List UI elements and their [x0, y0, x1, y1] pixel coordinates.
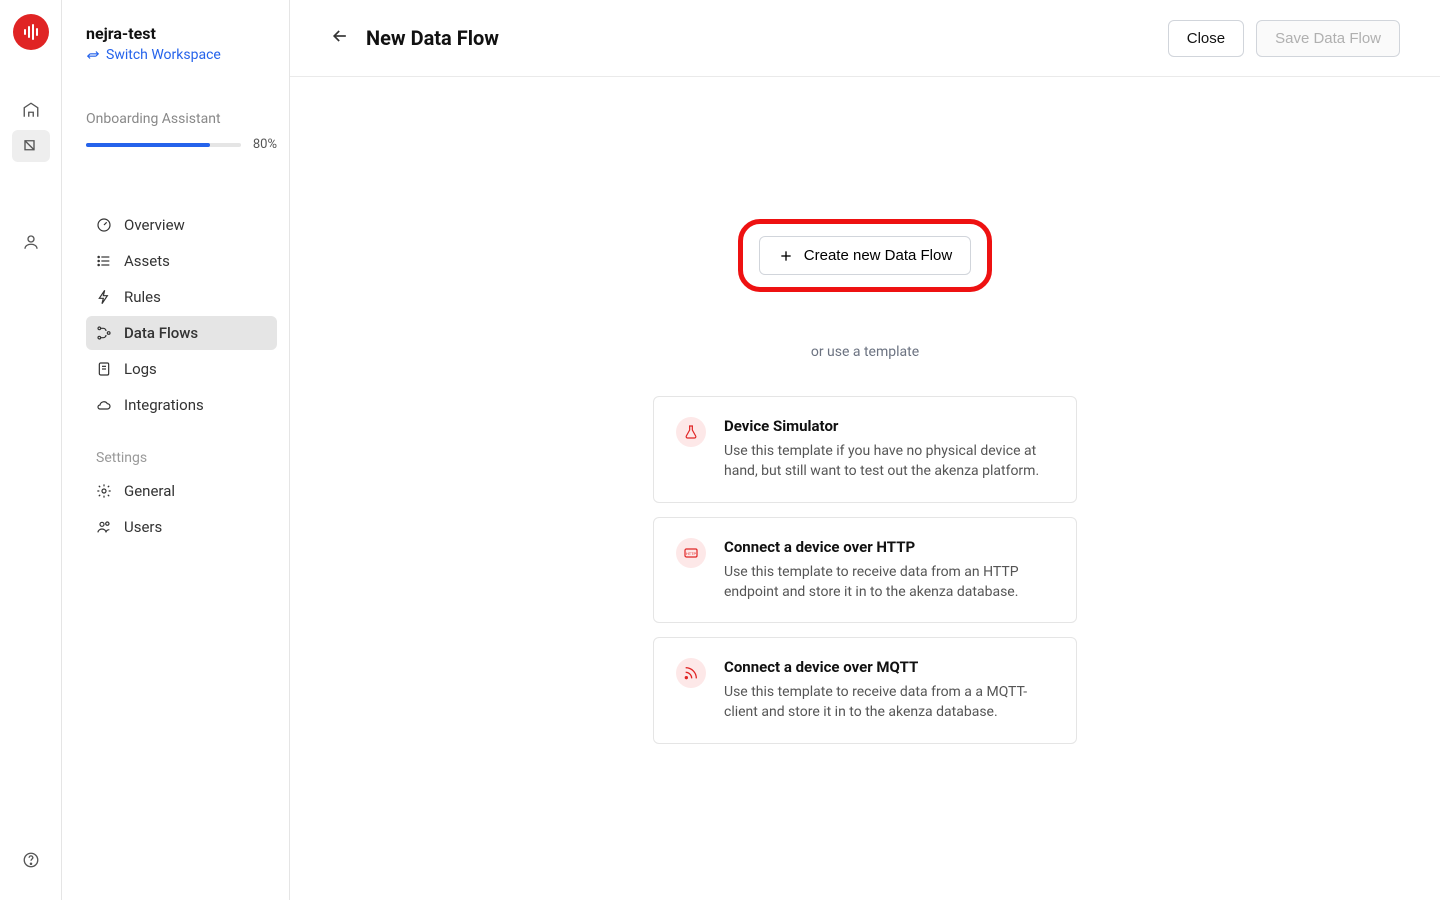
- bolt-icon: [96, 289, 112, 305]
- template-title: Device Simulator: [724, 417, 1054, 435]
- rail-help-icon[interactable]: [12, 844, 50, 876]
- nav-general[interactable]: General: [86, 474, 277, 508]
- plus-icon: [778, 248, 794, 264]
- app-logo[interactable]: [13, 14, 49, 50]
- rss-icon: [676, 658, 706, 688]
- nav-overview-label: Overview: [124, 216, 185, 234]
- nav-general-label: General: [124, 482, 175, 500]
- back-button[interactable]: [330, 26, 350, 50]
- http-icon: HTTP: [676, 538, 706, 568]
- save-data-flow-button[interactable]: Save Data Flow: [1256, 20, 1400, 57]
- nav-users[interactable]: Users: [86, 510, 277, 544]
- template-title: Connect a device over MQTT: [724, 658, 1054, 676]
- logs-icon: [96, 361, 112, 377]
- template-desc: Use this template if you have no physica…: [724, 441, 1054, 482]
- nav-rules[interactable]: Rules: [86, 280, 277, 314]
- workspace-name: nejra-test: [86, 24, 277, 43]
- or-use-template-label: or use a template: [811, 344, 919, 360]
- flask-icon: [676, 417, 706, 447]
- nav-rules-label: Rules: [124, 288, 161, 306]
- create-new-data-flow-button[interactable]: Create new Data Flow: [759, 236, 971, 275]
- nav-integrations[interactable]: Integrations: [86, 388, 277, 422]
- template-desc: Use this template to receive data from a…: [724, 682, 1054, 723]
- nav-users-label: Users: [124, 518, 162, 536]
- nav-assets[interactable]: Assets: [86, 244, 277, 278]
- nav-data-flows[interactable]: Data Flows: [86, 316, 277, 350]
- content: Create new Data Flow or use a template D…: [290, 77, 1440, 900]
- nav-settings-heading: Settings: [96, 450, 277, 466]
- sidebar: nejra-test Switch Workspace Onboarding A…: [62, 0, 290, 900]
- rail-workspace-icon[interactable]: [12, 130, 50, 162]
- create-button-label: Create new Data Flow: [804, 247, 952, 264]
- onboarding-label: Onboarding Assistant: [86, 111, 277, 127]
- gauge-icon: [96, 217, 112, 233]
- nav-assets-label: Assets: [124, 252, 170, 270]
- template-title: Connect a device over HTTP: [724, 538, 1054, 556]
- template-mqtt[interactable]: Connect a device over MQTT Use this temp…: [653, 637, 1077, 744]
- icon-rail: [0, 0, 62, 900]
- flow-icon: [96, 325, 112, 341]
- template-list: Device Simulator Use this template if yo…: [653, 396, 1077, 744]
- gear-icon: [96, 483, 112, 499]
- nav-integrations-label: Integrations: [124, 396, 204, 414]
- rail-org-icon[interactable]: [12, 94, 50, 126]
- nav-logs[interactable]: Logs: [86, 352, 277, 386]
- page-title: New Data Flow: [366, 26, 499, 50]
- nav-overview[interactable]: Overview: [86, 208, 277, 242]
- switch-workspace-link[interactable]: Switch Workspace: [86, 47, 277, 63]
- switch-workspace-label: Switch Workspace: [106, 47, 221, 63]
- main-area: New Data Flow Close Save Data Flow Creat…: [290, 0, 1440, 900]
- nav-data-flows-label: Data Flows: [124, 324, 198, 342]
- topbar: New Data Flow Close Save Data Flow: [290, 0, 1440, 77]
- nav-logs-label: Logs: [124, 360, 157, 378]
- template-device-simulator[interactable]: Device Simulator Use this template if yo…: [653, 396, 1077, 503]
- onboarding-block: Onboarding Assistant 80%: [86, 111, 277, 152]
- onboarding-percent: 80%: [253, 137, 277, 152]
- list-icon: [96, 253, 112, 269]
- cloud-icon: [96, 397, 112, 413]
- close-button[interactable]: Close: [1168, 20, 1244, 57]
- create-highlight-frame: Create new Data Flow: [738, 219, 992, 292]
- nav-settings: General Users: [86, 474, 277, 544]
- onboarding-progress: [86, 143, 241, 147]
- template-http[interactable]: HTTP Connect a device over HTTP Use this…: [653, 517, 1077, 624]
- template-desc: Use this template to receive data from a…: [724, 562, 1054, 603]
- rail-user-icon[interactable]: [12, 226, 50, 258]
- users-icon: [96, 519, 112, 535]
- svg-text:HTTP: HTTP: [686, 551, 697, 556]
- nav-main: Overview Assets Rules Data Flows Logs In…: [86, 208, 277, 422]
